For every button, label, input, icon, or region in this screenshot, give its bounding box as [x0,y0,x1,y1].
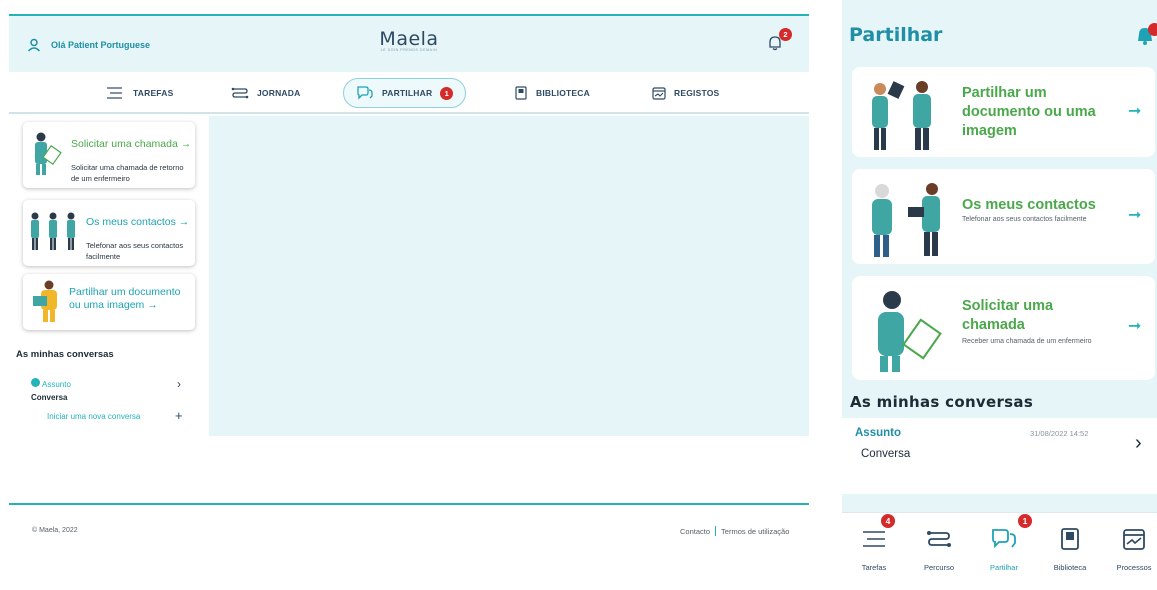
footer-separator [715,526,717,536]
route-icon [927,531,951,547]
plus-icon[interactable]: + [175,408,183,423]
user-greeting[interactable]: Olá Patient Portuguese [27,38,150,52]
tab-percurso-label: Percurso [923,563,954,572]
tab-tarefas-label: Tarefas [861,563,887,572]
chevron-right-icon: › [1135,432,1142,454]
tab-jornada[interactable]: JORNADA [231,82,300,104]
route-icon [231,87,249,99]
chat-icon [357,86,373,100]
mobile-call-title: Solicitar uma chamada [962,298,1054,333]
chat-icon [992,529,1016,549]
nurse-illustration-icon [35,132,62,175]
mobile-conversation-date: 31/08/2022 14:52 [1030,429,1089,438]
maela-logo[interactable]: Maela LE SOIN PRENDS DEMAIN [379,28,439,52]
mobile-notifications-badge [1148,23,1157,36]
mobile-conversation-item[interactable]: Assunto 31/08/2022 14:52 Conversa › [842,418,1157,494]
conversation-name: Conversa [31,393,68,402]
tab-percurso[interactable]: Percurso [909,525,969,572]
share-illustration-icon [33,280,57,322]
arrow-right-icon: ➞ [1128,318,1142,335]
tab-processos[interactable]: Processos [1104,525,1157,572]
list-icon [863,531,885,547]
notifications-button[interactable]: 2 [767,28,792,54]
chevron-right-icon: › [177,377,181,391]
mobile-contacts-title: Os meus contactos [962,197,1096,213]
tab-biblioteca-label: Biblioteca [1053,563,1087,572]
unread-dot-icon [31,378,40,388]
arrow-right-icon: ➞ [1128,103,1142,120]
tab-tarefas[interactable]: TAREFAS [107,82,173,104]
tarefas-badge: 4 [880,513,896,529]
main-nav: TAREFAS JORNADA PARTILHAR 1 BIBLIOTECA R… [9,72,809,114]
tab-partilhar-label: PARTILHAR [382,88,433,98]
conversation-item[interactable]: Assunto Conversa › [31,374,186,402]
request-call-title: Solicitar uma chamada → [71,138,192,150]
chart-folder-icon [1123,529,1145,550]
tab-jornada-label: JORNADA [257,88,301,98]
mobile-contacts-subtitle: Telefonar aos seus contactos facilmente [962,216,1087,223]
share-document-title: Partilhar um documento ou uma imagem → [69,286,181,311]
mobile-call-subtitle: Receber uma chamada de um enfermeiro [962,338,1092,345]
book-icon [515,86,527,100]
tab-partilhar[interactable]: 1 Partilhar [974,513,1034,572]
mobile-notifications-button[interactable] [1136,23,1157,51]
mobile-share-title: Partilhar um documento ou uma imagem [962,85,1096,139]
tab-partilhar[interactable]: PARTILHAR 1 [343,78,467,108]
tab-biblioteca-label: BIBLIOTECA [536,88,590,98]
partilhar-badge: 1 [440,86,454,100]
list-icon [107,87,122,99]
nurse-illustration-icon [878,291,942,372]
partilhar-badge: 1 [1017,513,1033,529]
mobile-view: Partilhar Partilhar um documento ou uma … [842,0,1157,590]
greeting-text: Olá Patient Portuguese [51,40,151,50]
terms-link[interactable]: Termos de utilização [721,527,789,536]
contacts-illustration-icon [872,183,940,257]
doctors-illustration-icon [872,81,931,150]
mobile-conversations-heading: As minhas conversas [850,393,1034,411]
footer-border [9,503,809,505]
user-icon [27,38,41,52]
my-contacts-title: Os meus contactos → [86,216,190,228]
tab-tarefas[interactable]: 4 Tarefas [844,513,904,572]
bottom-tab-bar: 4 Tarefas Percurso 1 Partilhar Bibliotec… [842,512,1157,590]
arrow-right-icon: ➞ [1128,207,1142,224]
my-contacts-card[interactable]: Os meus contactos → Telefonar aos seus c… [23,200,195,266]
share-document-card[interactable]: Partilhar um documento ou uma imagem → [23,274,195,330]
page-title: Partilhar [849,24,943,46]
chart-folder-icon [652,87,666,100]
copyright: © Maela, 2022 [32,527,78,534]
request-call-card[interactable]: Solicitar uma chamada → Solicitar uma ch… [23,122,195,188]
mobile-share-document-card[interactable]: Partilhar um documento ou uma imagem ➞ [852,67,1155,157]
left-panel: Solicitar uma chamada → Solicitar uma ch… [9,116,209,436]
conversations-heading: As minhas conversas [16,349,114,360]
main-content-area [209,116,809,436]
notifications-badge: 2 [779,28,792,41]
logo-text: Maela [379,28,439,50]
mobile-contacts-card[interactable]: Os meus contactos Telefonar aos seus con… [852,169,1155,264]
conversation-subject: Assunto [42,380,71,389]
contact-link[interactable]: Contacto [680,527,710,536]
tab-partilhar-label: Partilhar [990,563,1018,572]
tab-registos-label: REGISTOS [674,88,720,98]
mobile-conversation-subject: Assunto [855,427,901,439]
book-icon [1061,528,1079,550]
tab-tarefas-label: TAREFAS [133,88,174,98]
header-bar: Olá Patient Portuguese Maela LE SOIN PRE… [9,16,809,72]
footer-links: Contacto Termos de utilização [680,526,789,536]
tab-registos[interactable]: REGISTOS [652,82,719,104]
new-conversation-link[interactable]: Iniciar uma nova conversa [47,412,140,421]
tab-biblioteca[interactable]: BIBLIOTECA [514,82,590,104]
logo-tagline: LE SOIN PRENDS DEMAIN [380,48,438,52]
tab-processos-label: Processos [1116,563,1152,572]
request-call-subtitle: Solicitar uma chamada de retorno de um e… [71,163,184,183]
desktop-view: Olá Patient Portuguese Maela LE SOIN PRE… [0,0,820,590]
contacts-illustration-icon [31,212,75,250]
tab-biblioteca[interactable]: Biblioteca [1040,525,1100,572]
mobile-request-call-card[interactable]: Solicitar uma chamada Receber uma chamad… [852,276,1155,380]
mobile-conversation-name: Conversa [861,448,911,460]
my-contacts-subtitle: Telefonar aos seus contactos facilmente [86,241,184,261]
